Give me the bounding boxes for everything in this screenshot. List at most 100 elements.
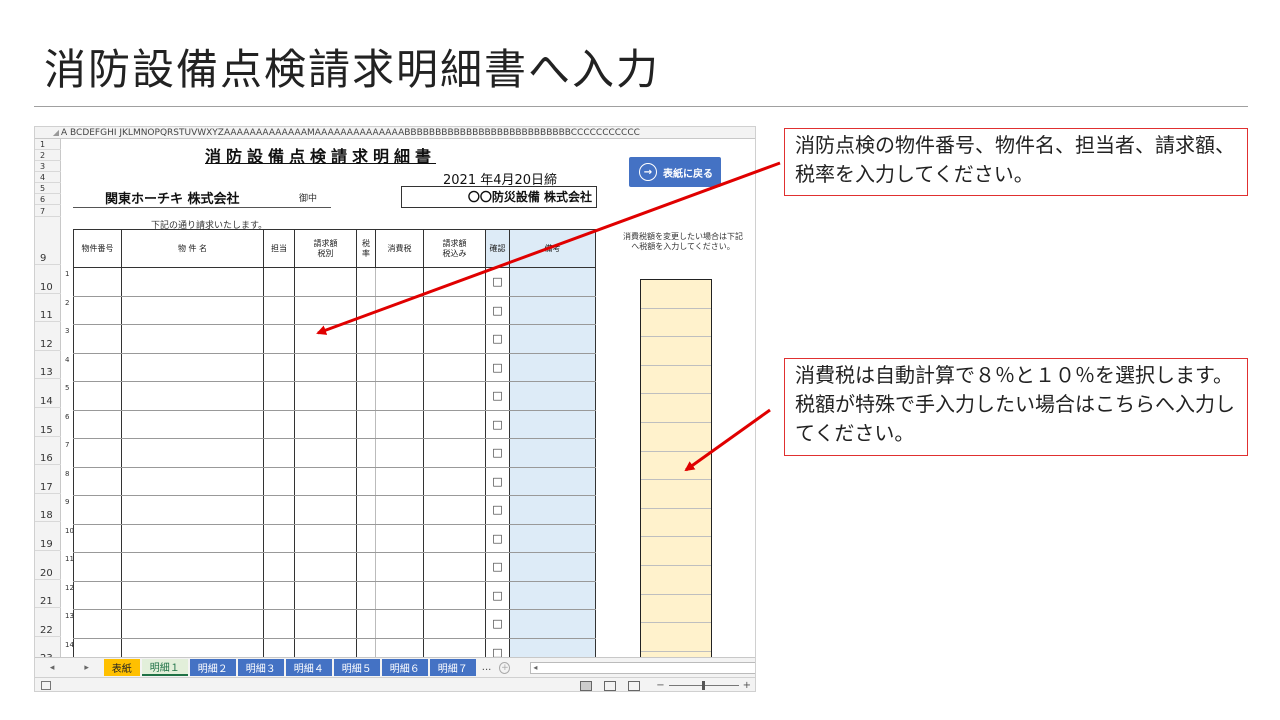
row-header[interactable]: 9: [35, 217, 61, 265]
cell-tax-rate[interactable]: [356, 438, 376, 468]
cell[interactable]: [263, 295, 295, 325]
cell[interactable]: [294, 324, 357, 354]
cell[interactable]: [375, 495, 424, 525]
cell-tax-rate[interactable]: [356, 609, 376, 639]
company-name-box[interactable]: 〇〇防災設備 株式会社: [401, 186, 597, 208]
cell[interactable]: [375, 324, 424, 354]
cell[interactable]: [423, 580, 486, 610]
confirm-checkbox[interactable]: □: [485, 552, 510, 582]
confirm-checkbox[interactable]: □: [485, 580, 510, 610]
confirm-checkbox[interactable]: □: [485, 523, 510, 553]
cell[interactable]: [294, 552, 357, 582]
cell-remarks[interactable]: [509, 324, 596, 354]
cell[interactable]: [294, 381, 357, 411]
cell[interactable]: [263, 495, 295, 525]
cell[interactable]: [121, 466, 264, 496]
cell-property-number[interactable]: 4: [65, 352, 122, 382]
cell-tax-rate[interactable]: [356, 580, 376, 610]
tax-override-cell[interactable]: [641, 280, 711, 309]
cell[interactable]: [423, 295, 486, 325]
confirm-checkbox[interactable]: □: [485, 267, 510, 297]
cell-remarks[interactable]: [509, 495, 596, 525]
cell[interactable]: [263, 580, 295, 610]
cell[interactable]: [375, 295, 424, 325]
cell[interactable]: [423, 352, 486, 382]
cell[interactable]: [294, 409, 357, 439]
cell-property-number[interactable]: 1: [65, 267, 122, 297]
cell[interactable]: [375, 523, 424, 553]
row-header[interactable]: 1: [35, 139, 61, 150]
row-header[interactable]: 22: [35, 608, 61, 637]
page-layout-view-icon[interactable]: [604, 680, 617, 691]
tax-override-cell[interactable]: [641, 423, 711, 452]
cell-tax-rate[interactable]: [356, 324, 376, 354]
cell-remarks[interactable]: [509, 381, 596, 411]
cell[interactable]: [423, 409, 486, 439]
cell[interactable]: [423, 637, 486, 657]
cell[interactable]: [423, 609, 486, 639]
cell[interactable]: [121, 381, 264, 411]
confirm-checkbox[interactable]: □: [485, 495, 510, 525]
cell[interactable]: [263, 352, 295, 382]
cell-property-number[interactable]: 3: [65, 324, 122, 354]
next-sheet-icon[interactable]: ▸: [84, 663, 89, 673]
cell[interactable]: [375, 381, 424, 411]
cell[interactable]: [263, 609, 295, 639]
normal-view-icon[interactable]: [580, 680, 593, 691]
cell-remarks[interactable]: [509, 523, 596, 553]
tax-override-cell[interactable]: [641, 480, 711, 509]
cell-tax-rate[interactable]: [356, 495, 376, 525]
zoom-thumb[interactable]: [701, 681, 705, 690]
sheet-tab[interactable]: 明細６: [381, 659, 428, 676]
cell[interactable]: [263, 523, 295, 553]
cell[interactable]: [263, 267, 295, 297]
cell-property-number[interactable]: 2: [65, 295, 122, 325]
cell[interactable]: [121, 409, 264, 439]
cell[interactable]: [375, 609, 424, 639]
cell[interactable]: [423, 523, 486, 553]
cell-tax-rate[interactable]: [356, 352, 376, 382]
row-header[interactable]: 3: [35, 161, 61, 172]
cell[interactable]: [375, 438, 424, 468]
page-break-view-icon[interactable]: [628, 680, 641, 691]
cell-property-number[interactable]: 12: [65, 580, 122, 610]
add-sheet-icon[interactable]: +: [499, 661, 511, 674]
confirm-checkbox[interactable]: □: [485, 438, 510, 468]
prev-sheet-icon[interactable]: ◂: [50, 663, 55, 673]
column-letters[interactable]: A BCDEFGHI JKLMNOPQRSTUVWXYZAAAAAAAAAAAA…: [61, 128, 640, 138]
cell-tax-rate[interactable]: [356, 267, 376, 297]
tax-override-cell[interactable]: [641, 537, 711, 566]
cell[interactable]: [294, 580, 357, 610]
tax-override-cell[interactable]: [641, 337, 711, 366]
cell[interactable]: [375, 409, 424, 439]
cell-remarks[interactable]: [509, 466, 596, 496]
back-to-cover-button[interactable]: → 表紙に戻る: [629, 157, 721, 187]
confirm-checkbox[interactable]: □: [485, 409, 510, 439]
cell-property-number[interactable]: 13: [65, 609, 122, 639]
tax-override-cell[interactable]: [641, 452, 711, 481]
sheet-tab[interactable]: 表紙: [103, 659, 140, 676]
cell-remarks[interactable]: [509, 637, 596, 657]
cell[interactable]: [121, 438, 264, 468]
cell[interactable]: [263, 438, 295, 468]
row-header[interactable]: 15: [35, 408, 61, 437]
cell-property-number[interactable]: 14: [65, 637, 122, 657]
row-header[interactable]: 11: [35, 294, 61, 323]
cell[interactable]: [294, 466, 357, 496]
cell[interactable]: [294, 438, 357, 468]
tax-override-cell[interactable]: [641, 595, 711, 624]
confirm-checkbox[interactable]: □: [485, 352, 510, 382]
cell[interactable]: [375, 352, 424, 382]
cell-remarks[interactable]: [509, 267, 596, 297]
cell-tax-rate[interactable]: [356, 637, 376, 657]
cell-property-number[interactable]: 7: [65, 438, 122, 468]
sheet-tab[interactable]: 明細２: [189, 659, 236, 676]
cell-tax-rate[interactable]: [356, 295, 376, 325]
cell[interactable]: [423, 466, 486, 496]
row-header[interactable]: 12: [35, 322, 61, 351]
zoom-out-icon[interactable]: −: [656, 680, 664, 691]
cell[interactable]: [121, 523, 264, 553]
cell-remarks[interactable]: [509, 409, 596, 439]
cell-property-number[interactable]: 5: [65, 381, 122, 411]
cell[interactable]: [294, 495, 357, 525]
